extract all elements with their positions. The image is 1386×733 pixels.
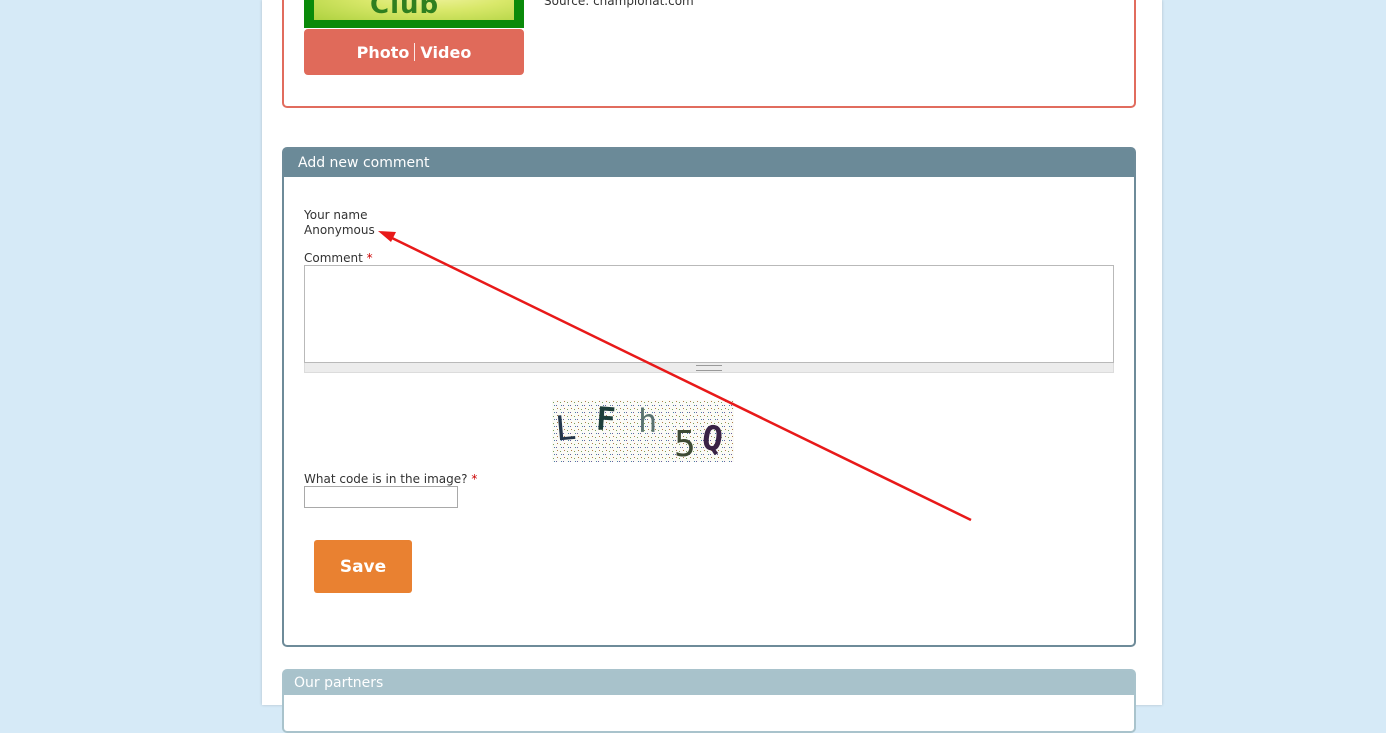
video-link[interactable]: Video xyxy=(420,43,471,62)
media-thumbnail[interactable]: Club xyxy=(304,0,524,28)
media-box: Club Source: championat.com Photo Video xyxy=(282,0,1136,108)
code-label-text: What code is in the image? xyxy=(304,472,468,486)
grip-lines xyxy=(696,365,722,371)
save-button[interactable]: Save xyxy=(314,540,412,593)
captcha-image: L F h 5 Q xyxy=(552,400,734,462)
captcha-char: F xyxy=(595,400,617,439)
partners-box: Our partners xyxy=(282,669,1136,733)
captcha-code-input[interactable] xyxy=(304,486,458,508)
page-content: Club Source: championat.com Photo Video … xyxy=(262,0,1162,733)
comment-label-text: Comment xyxy=(304,251,363,265)
required-marker: * xyxy=(366,251,373,265)
thumbnail-text: Club xyxy=(370,0,440,20)
code-label: What code is in the image? * xyxy=(304,472,477,486)
photo-link[interactable]: Photo xyxy=(357,43,410,62)
source-text: Source: championat.com xyxy=(544,0,694,8)
separator xyxy=(414,43,416,61)
captcha-char: h xyxy=(638,402,657,440)
textarea-resize-handle[interactable] xyxy=(304,363,1114,373)
name-value: Anonymous xyxy=(304,223,375,237)
name-label: Your name xyxy=(304,208,368,222)
thumbnail-image: Club xyxy=(314,0,514,20)
form-header: Add new comment xyxy=(284,149,1134,177)
comment-label: Comment * xyxy=(304,251,373,265)
partners-header: Our partners xyxy=(284,671,1134,695)
comment-textarea[interactable] xyxy=(304,265,1114,363)
photo-video-button[interactable]: Photo Video xyxy=(304,29,524,75)
captcha-char: 5 xyxy=(674,424,696,462)
add-comment-form: Add new comment Your name Anonymous Comm… xyxy=(282,147,1136,647)
required-marker: * xyxy=(471,472,478,486)
captcha-char: L xyxy=(554,408,578,450)
